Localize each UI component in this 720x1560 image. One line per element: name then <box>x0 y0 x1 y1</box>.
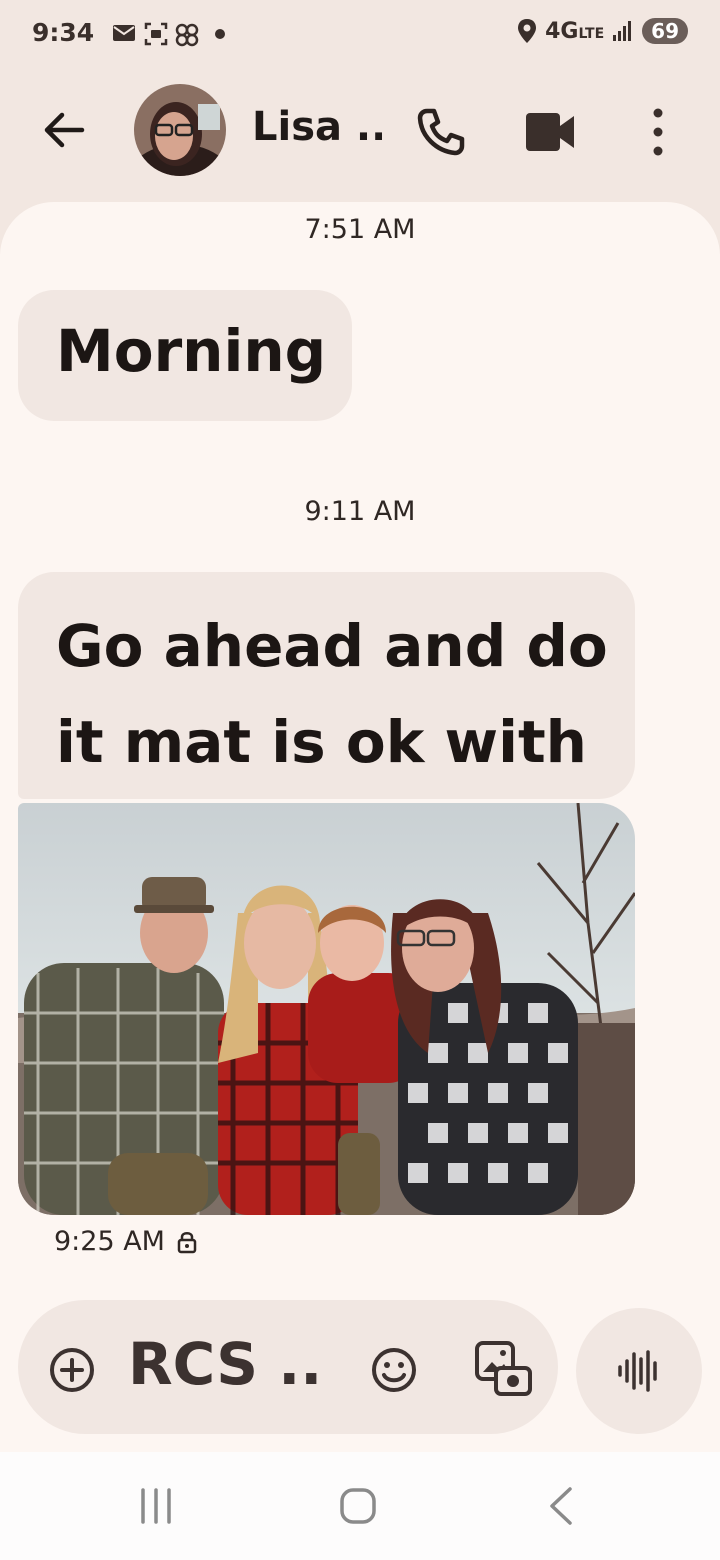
signal-icon <box>613 21 632 41</box>
message-bubble[interactable]: Morning <box>18 290 352 421</box>
avatar[interactable] <box>134 84 226 176</box>
more-vert-icon[interactable] <box>636 104 680 160</box>
sent-status: 9:25 AM <box>54 1226 197 1257</box>
pinwheel-icon <box>175 23 199 47</box>
location-icon <box>518 19 537 43</box>
recents-icon[interactable] <box>136 1486 176 1526</box>
voice-message-button[interactable] <box>576 1308 702 1434</box>
video-icon[interactable] <box>520 108 580 156</box>
family-photo <box>18 803 635 1215</box>
battery-indicator: 69 <box>642 18 688 44</box>
time-divider: 9:11 AM <box>304 496 416 527</box>
image-attachment[interactable] <box>18 803 635 1215</box>
message-list[interactable]: 7:51 AM Morning 9:11 AM Go ahead and do … <box>0 202 720 1452</box>
screenshot-icon <box>144 22 168 46</box>
message-bubble[interactable]: Go ahead and do it mat is ok with it <box>18 572 635 872</box>
home-icon[interactable] <box>338 1486 378 1526</box>
mail-icon <box>113 25 135 41</box>
avatar-image <box>134 84 226 176</box>
status-right: 4GLTE 69 <box>517 18 688 44</box>
time-divider: 7:51 AM <box>304 214 416 245</box>
message-line: Go ahead and do <box>56 612 608 680</box>
message-input[interactable]: RCS ... <box>128 1330 328 1398</box>
phone-icon[interactable] <box>412 104 468 160</box>
lock-icon <box>177 1231 197 1253</box>
contact-name[interactable]: Lisa ... <box>252 104 382 150</box>
voice-wave-icon <box>618 1350 657 1392</box>
conversation-header: Lisa ... <box>0 68 720 198</box>
sent-time: 9:25 AM <box>54 1226 165 1257</box>
status-bar: 9:34 4GLTE 69 <box>0 0 720 68</box>
system-nav-bar <box>0 1452 720 1560</box>
back-arrow-icon[interactable] <box>38 104 90 156</box>
gallery-icon[interactable] <box>474 1340 532 1398</box>
compose-bar: RCS ... <box>18 1300 558 1434</box>
back-nav-icon[interactable] <box>542 1486 582 1526</box>
emoji-icon[interactable] <box>370 1346 418 1394</box>
dot-icon <box>215 29 225 39</box>
network-indicator: 4GLTE <box>545 18 605 44</box>
status-time: 9:34 <box>32 18 95 47</box>
add-circle-icon[interactable] <box>48 1346 96 1394</box>
